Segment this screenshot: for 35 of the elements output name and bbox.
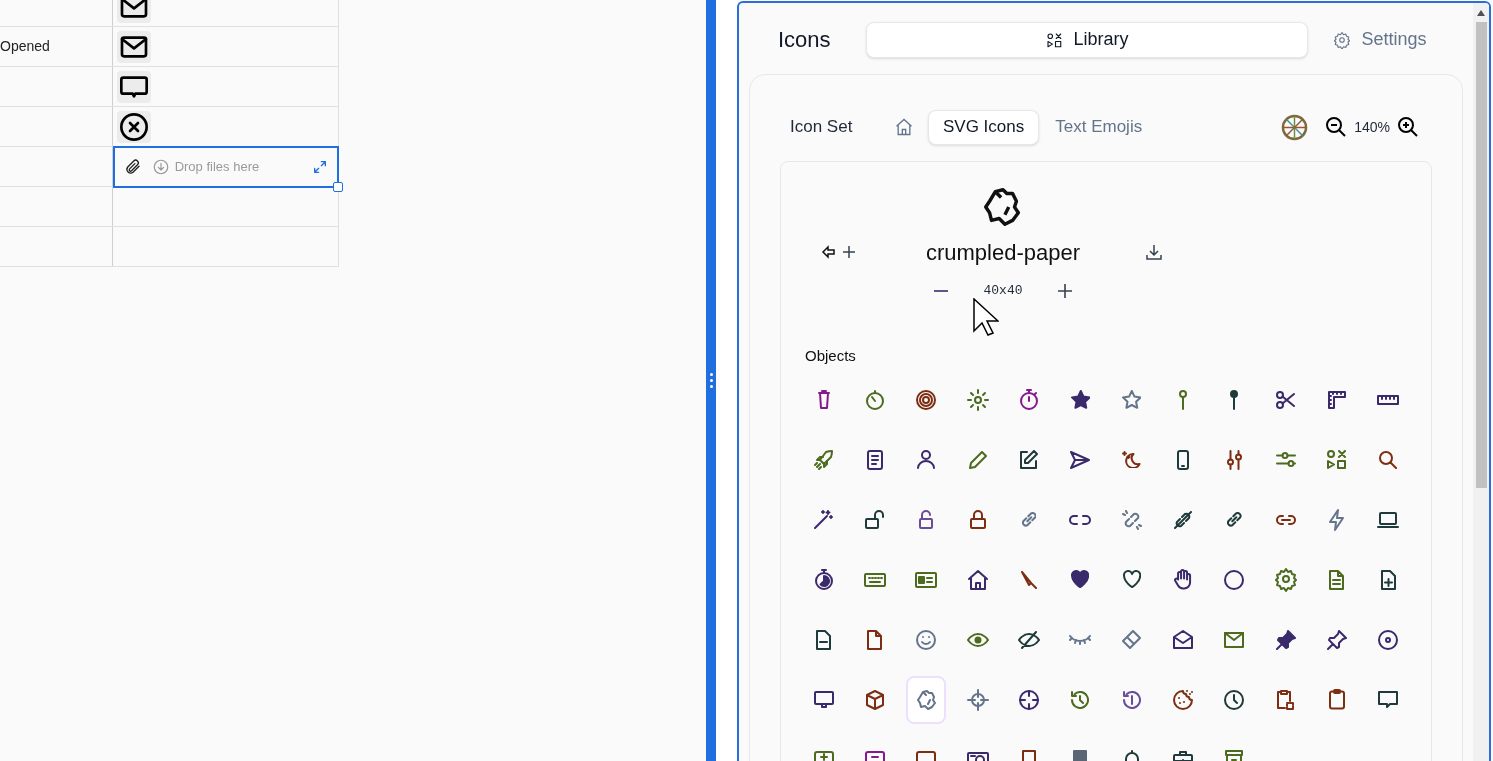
paperclip-icon[interactable] xyxy=(123,158,142,176)
scrollbar[interactable] xyxy=(1473,3,1489,761)
icon-button[interactable] xyxy=(117,0,151,23)
download-circle-icon xyxy=(151,158,170,176)
zoom-in-icon[interactable] xyxy=(1396,115,1420,139)
icon-button[interactable] xyxy=(117,30,151,63)
icon-set-label: Icon Set xyxy=(790,116,854,139)
color-wheel-icon[interactable] xyxy=(1281,113,1309,141)
close-circle-icon xyxy=(118,110,150,143)
plus-icon[interactable] xyxy=(1057,283,1073,299)
tab[interactable]: SVG Icons xyxy=(928,109,1040,145)
arrow-left-icon[interactable] xyxy=(821,244,837,260)
icon-size: 40x40 xyxy=(982,282,1024,301)
status-text: Opened xyxy=(0,37,50,56)
category-heading: Objects xyxy=(805,346,857,366)
plus-icon[interactable] xyxy=(841,244,857,260)
scroll-thumb[interactable] xyxy=(1475,22,1487,488)
icon-button[interactable] xyxy=(117,110,151,143)
resize-handle[interactable] xyxy=(333,182,343,192)
icon-button[interactable] xyxy=(117,70,151,103)
scroll-up-icon[interactable] xyxy=(1477,10,1485,16)
icon-name: crumpled-paper xyxy=(924,238,1082,267)
zoom-level: 140% xyxy=(1354,117,1390,137)
tab[interactable]: Text Emojis xyxy=(1053,109,1145,145)
shapes-icon xyxy=(1045,30,1064,49)
tab[interactable]: Settings xyxy=(1320,21,1440,58)
home-icon[interactable] xyxy=(894,117,914,137)
splitter-handle[interactable] xyxy=(706,0,716,761)
cursor-icon xyxy=(973,298,999,336)
settings-icon xyxy=(1333,30,1352,49)
drop-placeholder: Drop files here xyxy=(174,158,261,177)
expand-icon[interactable] xyxy=(312,159,328,175)
tab[interactable]: Library xyxy=(866,21,1308,58)
panel-title: Icons xyxy=(778,26,832,54)
download-icon[interactable] xyxy=(1145,243,1163,261)
